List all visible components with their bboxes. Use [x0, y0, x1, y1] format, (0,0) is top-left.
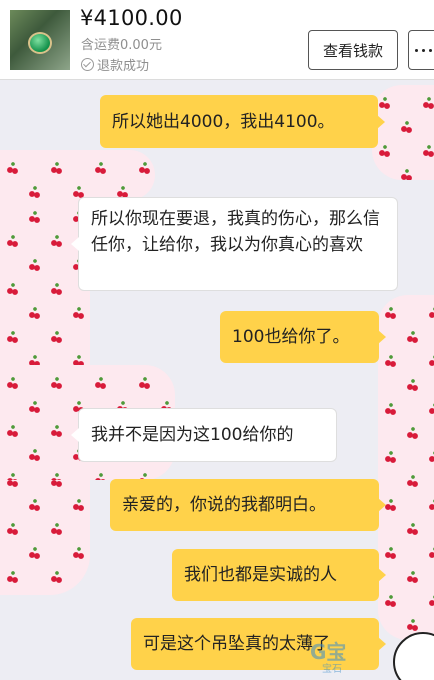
- chat-message-incoming[interactable]: 所以你现在要退，我真的伤心，那么信任你，让给你，我以为你真心的喜欢: [71, 197, 398, 291]
- user-avatar[interactable]: [393, 632, 434, 680]
- chat-message-outgoing[interactable]: 我们也都是实诚的人: [172, 549, 386, 601]
- chat-message-outgoing[interactable]: 亲爱的，你说的我都明白。: [110, 479, 386, 531]
- chat-message-incoming[interactable]: 我并不是因为这100给你的: [71, 408, 337, 462]
- more-options-button[interactable]: [408, 30, 434, 70]
- shipping-fee: 含运费0.00元: [81, 38, 162, 53]
- product-thumbnail[interactable]: [10, 10, 70, 70]
- site-watermark-sub: 宝石: [322, 664, 342, 675]
- cherry-avatar-pattern-right: [378, 295, 434, 640]
- chat-message-outgoing[interactable]: 所以她出4000，我出4100。: [100, 95, 385, 148]
- more-dot-icon: [415, 48, 418, 52]
- cherry-avatar-pattern-right-top: [372, 85, 434, 180]
- refund-status: 退款成功: [81, 55, 149, 74]
- chat-message-outgoing[interactable]: 100也给你了。: [220, 311, 386, 363]
- cherry-avatar-pattern-left-top: [0, 150, 155, 200]
- order-header: ¥4100.00 含运费0.00元 退款成功 查看钱款: [0, 0, 434, 80]
- jade-pendant-image: [28, 32, 52, 54]
- more-dot-icon: [422, 48, 425, 52]
- refund-status-label: 退款成功: [97, 59, 150, 74]
- order-price: ¥4100.00: [80, 6, 183, 30]
- check-circle-icon: [81, 58, 94, 71]
- view-funds-button[interactable]: 查看钱款: [308, 30, 398, 70]
- more-dot-icon: [429, 48, 432, 52]
